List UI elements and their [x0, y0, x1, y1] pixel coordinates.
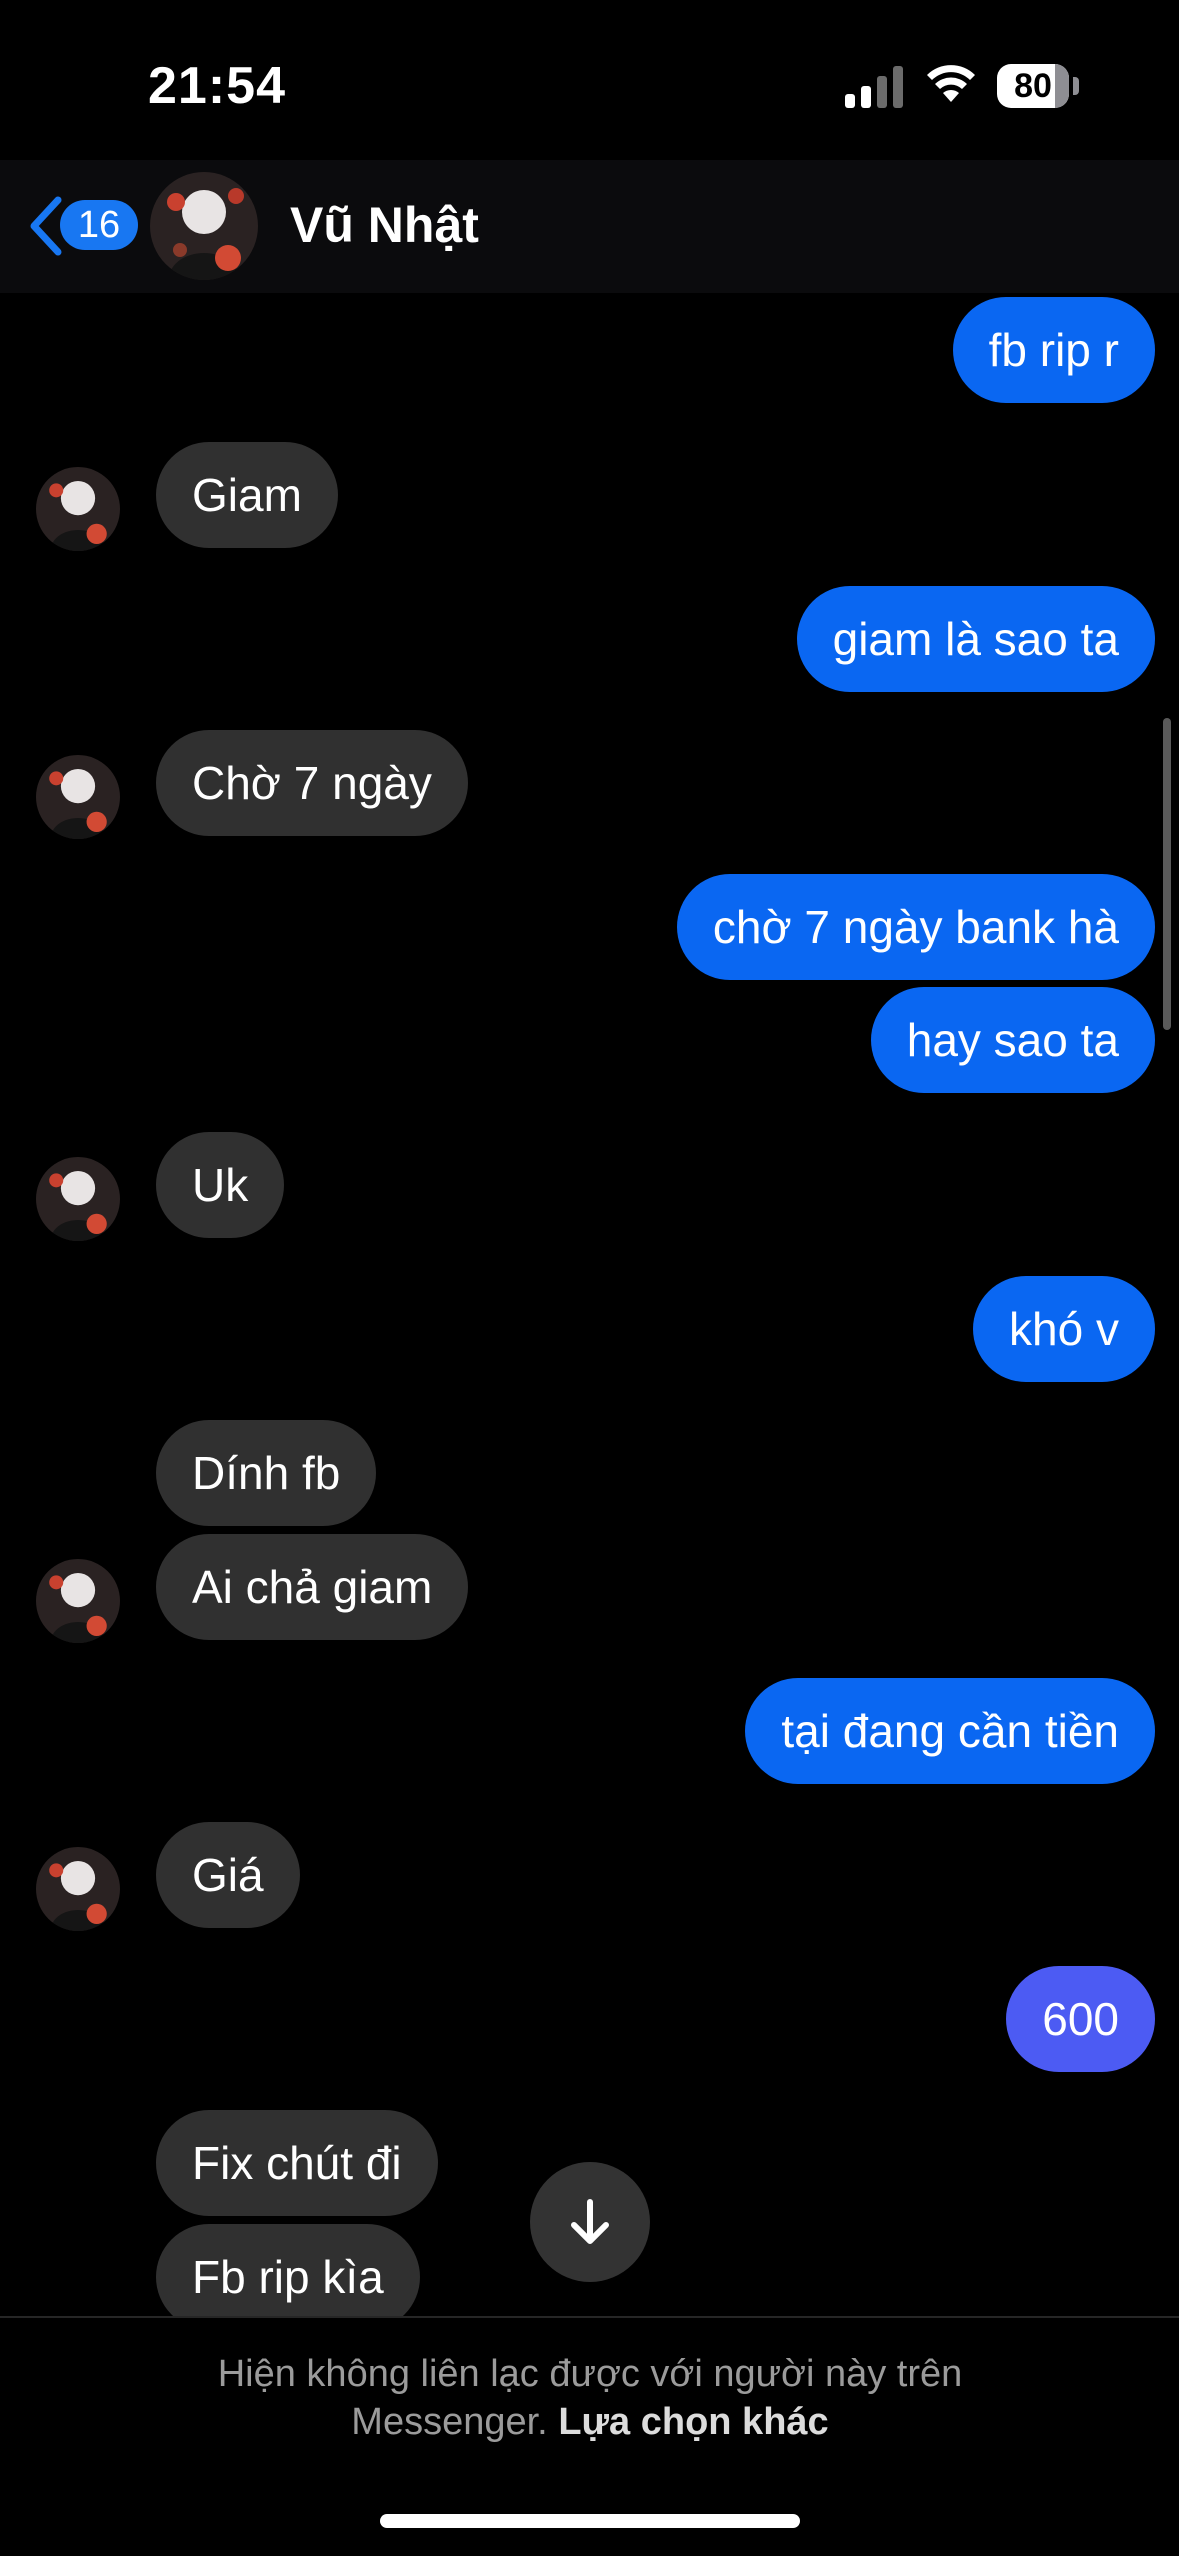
sender-avatar[interactable] — [36, 467, 120, 551]
message-bubble-incoming[interactable]: Giam — [156, 442, 338, 548]
message-bubble-incoming[interactable]: Fix chút đi — [156, 2110, 438, 2216]
battery-icon: 80 — [997, 64, 1069, 108]
cellular-signal-icon — [845, 66, 903, 108]
avatar-image — [36, 1559, 120, 1643]
notice-line-1: Hiện không liên lạc được với người này t… — [217, 2353, 963, 2395]
home-indicator[interactable] — [380, 2514, 800, 2528]
avatar-image — [36, 755, 120, 839]
contact-name[interactable]: Vũ Nhật — [290, 196, 479, 254]
notice-line-2: Messenger. Lựa chọn khác — [90, 2398, 1090, 2446]
status-bar: 21:54 80 — [0, 0, 1179, 160]
battery-tip — [1073, 77, 1079, 95]
avatar-image — [36, 467, 120, 551]
message-bubble-outgoing[interactable]: 600 — [1006, 1966, 1155, 2072]
message-bubble-incoming[interactable]: Fb rip kìa — [156, 2224, 420, 2316]
message-bubble-outgoing[interactable]: hay sao ta — [870, 987, 1155, 1093]
back-button-unread-badge[interactable]: 16 — [60, 200, 138, 250]
status-time: 21:54 — [148, 57, 286, 115]
arrow-down-icon — [571, 2199, 609, 2244]
sender-avatar[interactable] — [36, 1157, 120, 1241]
other-options-link[interactable]: Lựa chọn khác — [558, 2401, 828, 2443]
avatar-image — [36, 1157, 120, 1241]
message-bubble-incoming[interactable]: Uk — [156, 1132, 285, 1238]
scrollbar[interactable] — [1163, 718, 1171, 1030]
message-bubble-outgoing[interactable]: chờ 7 ngày bank hà — [676, 874, 1155, 980]
message-bubble-incoming[interactable]: Chờ 7 ngày — [156, 730, 468, 836]
message-bubble-outgoing[interactable]: giam là sao ta — [796, 586, 1155, 692]
sender-avatar[interactable] — [36, 755, 120, 839]
message-bubble-outgoing[interactable]: fb rip r — [952, 297, 1155, 403]
scroll-to-bottom-button[interactable] — [530, 2162, 650, 2282]
sender-avatar[interactable] — [36, 1559, 120, 1643]
message-bubble-incoming[interactable]: Ai chả giam — [156, 1534, 469, 1640]
wifi-icon — [927, 65, 975, 102]
sender-avatar[interactable] — [36, 1847, 120, 1931]
notice-line-2-text: Messenger. — [351, 2401, 548, 2443]
message-bubble-incoming[interactable]: Dính fb — [156, 1420, 377, 1526]
message-bubble-outgoing[interactable]: tại đang cần tiền — [745, 1678, 1155, 1784]
message-list[interactable]: fb rip r Giam giam là sao ta Chờ 7 ngày … — [0, 293, 1179, 2316]
avatar-image — [150, 172, 258, 280]
avatar-image — [36, 1847, 120, 1931]
battery-empty-segment — [1055, 64, 1069, 108]
avatar[interactable] — [150, 172, 258, 280]
unavailable-notice: Hiện không liên lạc được với người này t… — [90, 2350, 1090, 2446]
message-bubble-incoming[interactable]: Giá — [156, 1822, 300, 1928]
battery-level: 80 — [1014, 66, 1052, 105]
message-bubble-outgoing[interactable]: khó v — [973, 1276, 1155, 1382]
